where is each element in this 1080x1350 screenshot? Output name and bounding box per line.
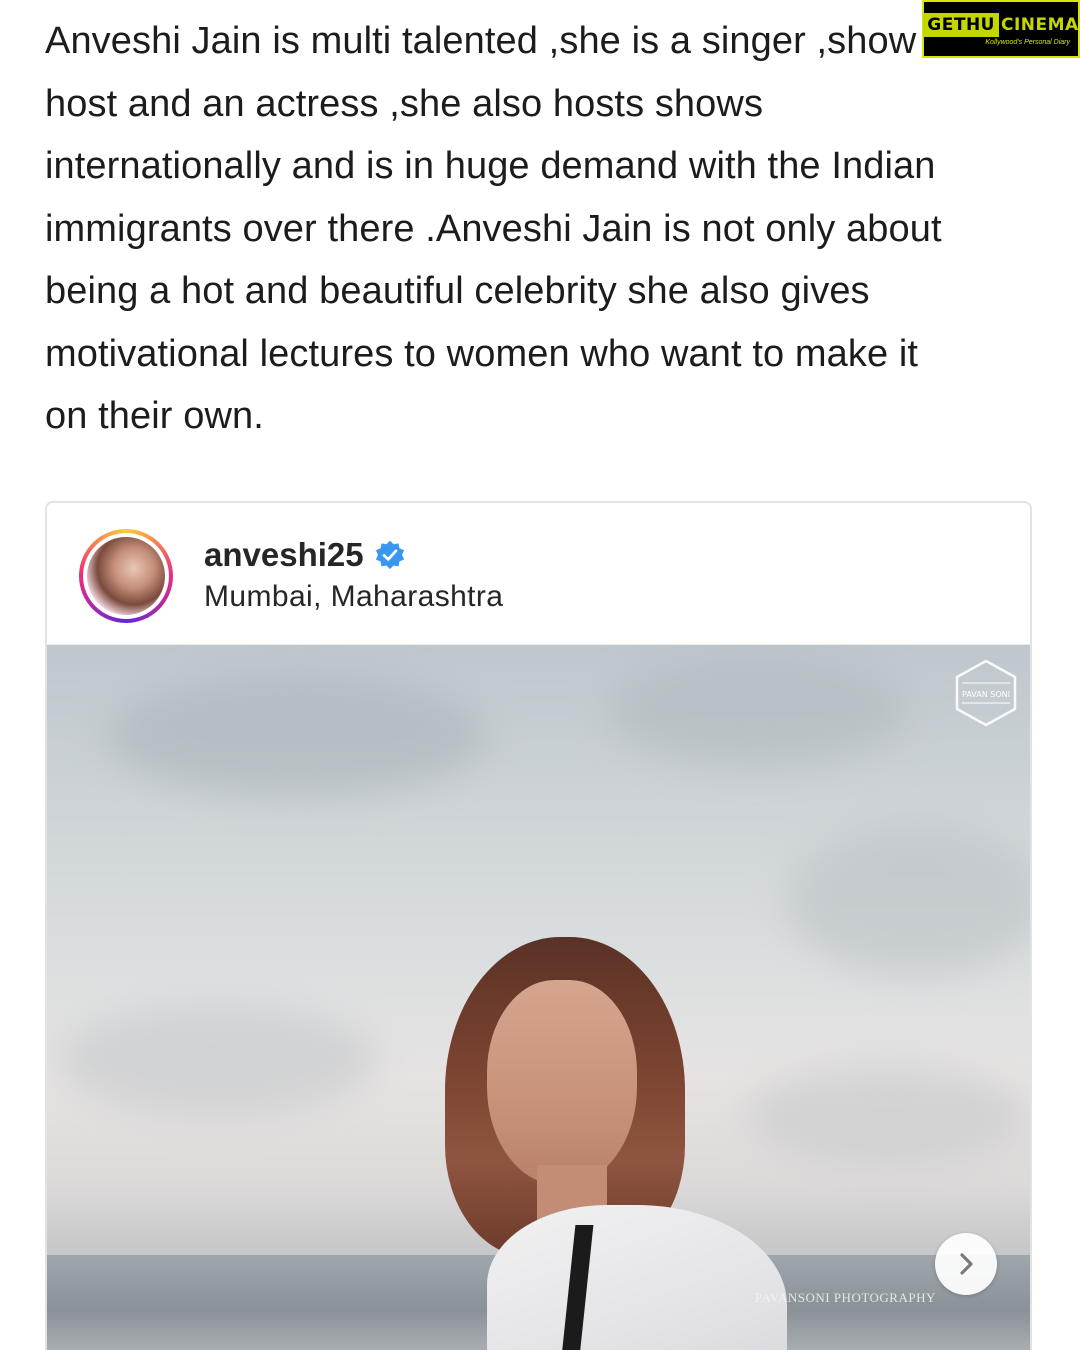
article-line: being a hot and beautiful celebrity she …: [45, 270, 870, 312]
username-row: anveshi25: [204, 536, 406, 574]
avatar: [87, 537, 165, 615]
photo-credit-text: PAVANSONI PHOTOGRAPHY: [755, 1290, 936, 1305]
photo-subject-face: [487, 980, 637, 1185]
avatar-story-ring[interactable]: [79, 529, 173, 623]
instagram-embed-card[interactable]: anveshi25 Mumbai, Maharashtra PAVAN SONI…: [45, 501, 1032, 1350]
article-line: internationally and is in huge demand wi…: [45, 145, 936, 187]
watermark-right-text: CINEMA: [1001, 14, 1079, 35]
watermark-left-text: GETHU: [923, 12, 999, 37]
photographer-logo-text: PAVAN SONI: [962, 690, 1010, 699]
article-line: motivational lectures to women who want …: [45, 332, 919, 375]
photo-cloud: [107, 675, 487, 795]
post-header: anveshi25 Mumbai, Maharashtra: [47, 503, 1030, 645]
carousel-next-button[interactable]: [935, 1233, 997, 1295]
article-line: Anveshi Jain is multi talented ,she is a…: [45, 20, 917, 62]
photo-cloud: [787, 825, 1030, 975]
post-photo[interactable]: PAVAN SONI PAVANSONI PHOTOGRAPHY: [47, 645, 1030, 1350]
photo-cloud: [747, 1065, 1027, 1165]
post-username[interactable]: anveshi25: [204, 536, 364, 574]
photo-cloud: [57, 1005, 377, 1115]
post-location[interactable]: Mumbai, Maharashtra: [204, 580, 503, 614]
photo-subject-shirt: [487, 1205, 787, 1350]
article-line: host and an actress ,she also hosts show…: [45, 82, 764, 125]
photographer-logo-icon: PAVAN SONI: [955, 659, 1017, 727]
chevron-right-icon: [960, 1253, 973, 1275]
photo-cloud: [607, 655, 907, 765]
article-line: immigrants over there .Anveshi Jain is n…: [45, 207, 942, 250]
article-paragraph: Anveshi Jain is multi talented ,she is a…: [45, 10, 1035, 448]
article-line: on their own.: [45, 395, 264, 437]
avatar-border: [83, 533, 169, 619]
site-watermark-logo: GETHU CINEMA Kollywood's Personal Diary: [922, 0, 1080, 58]
watermark-wordmark: GETHU CINEMA: [923, 12, 1079, 37]
verified-badge-icon: [375, 540, 404, 570]
watermark-tagline: Kollywood's Personal Diary: [985, 38, 1070, 46]
